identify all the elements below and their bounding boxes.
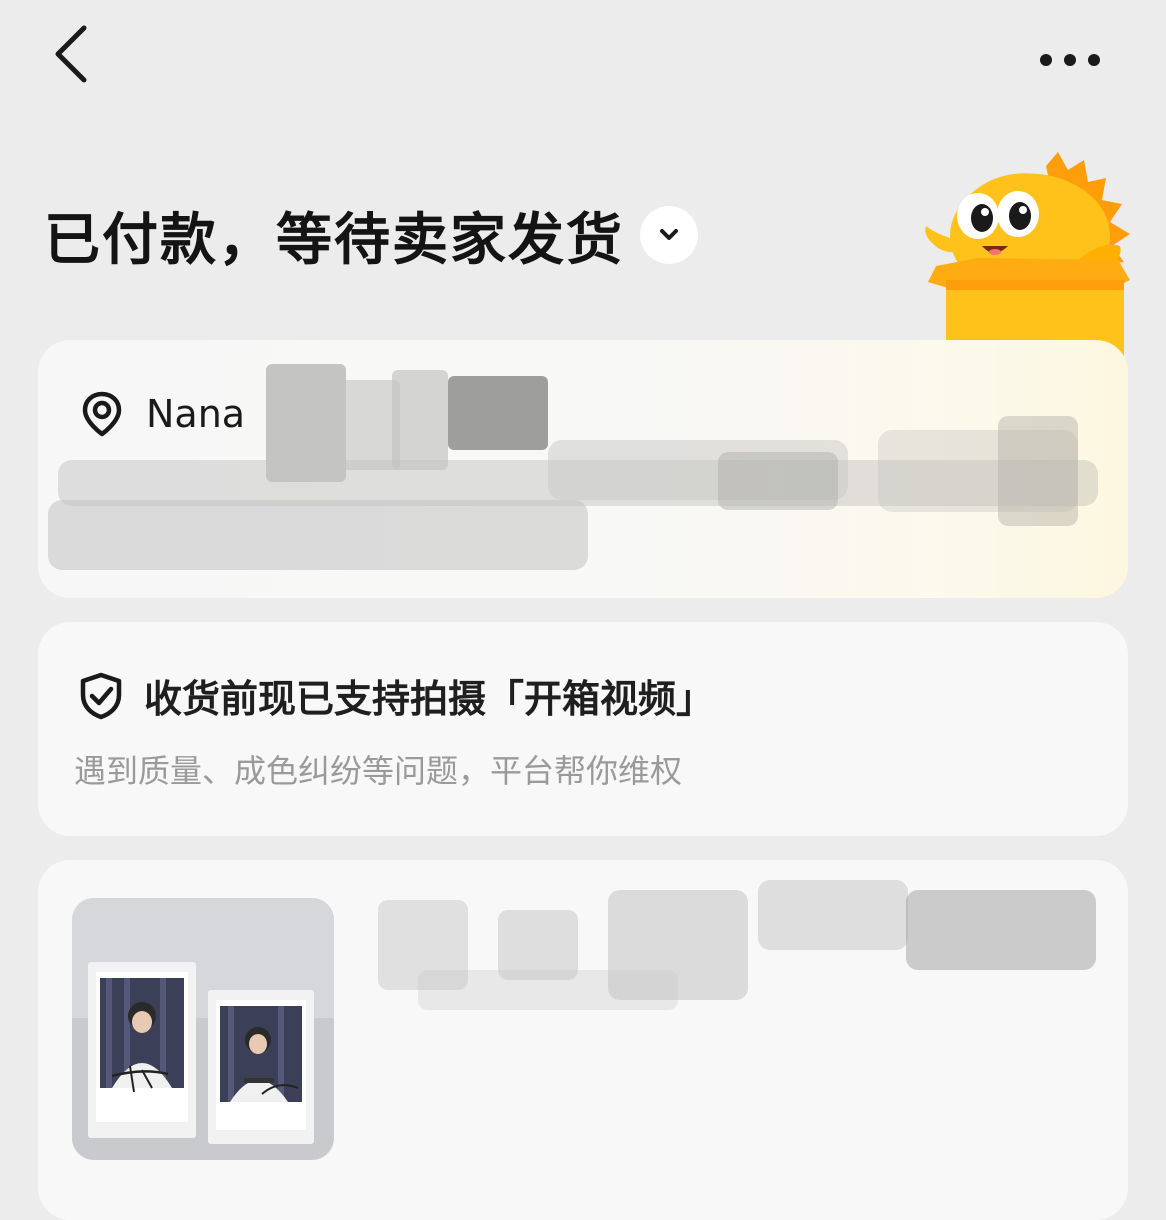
chevron-left-icon bbox=[55, 25, 87, 83]
unboxing-title: 收货前现已支持拍摄「开箱视频」 bbox=[144, 677, 715, 721]
location-pin-icon bbox=[82, 391, 122, 437]
shield-check-icon bbox=[80, 672, 122, 719]
product-card[interactable] bbox=[38, 860, 1128, 1220]
back-button[interactable] bbox=[44, 22, 104, 86]
redaction-scribble bbox=[378, 880, 1096, 1010]
product-thumbnail[interactable] bbox=[72, 898, 334, 1160]
unboxing-header: 收货前现已支持拍摄「开箱视频」 bbox=[76, 668, 714, 723]
unboxing-subtitle: 遇到质量、成色纠纷等问题，平台帮你维权 bbox=[74, 752, 683, 790]
address-header: Nana bbox=[78, 390, 245, 438]
mascot-illustration bbox=[925, 152, 1130, 358]
status-expand-button[interactable] bbox=[640, 206, 698, 264]
product-photo-image bbox=[72, 898, 334, 1160]
order-status-title: 已付款，等待卖家发货 bbox=[44, 207, 624, 273]
redaction-scribble bbox=[48, 364, 1098, 570]
top-nav bbox=[0, 0, 1166, 120]
more-button[interactable] bbox=[1030, 36, 1110, 84]
order-status-row: 已付款，等待卖家发货 bbox=[44, 190, 698, 280]
chevron-down-icon bbox=[660, 229, 678, 240]
unboxing-video-card[interactable]: 收货前现已支持拍摄「开箱视频」 遇到质量、成色纠纷等问题，平台帮你维权 bbox=[38, 622, 1128, 836]
address-card[interactable]: Nana bbox=[38, 340, 1128, 598]
recipient-name: Nana bbox=[146, 392, 246, 436]
more-horizontal-icon bbox=[1040, 54, 1100, 66]
